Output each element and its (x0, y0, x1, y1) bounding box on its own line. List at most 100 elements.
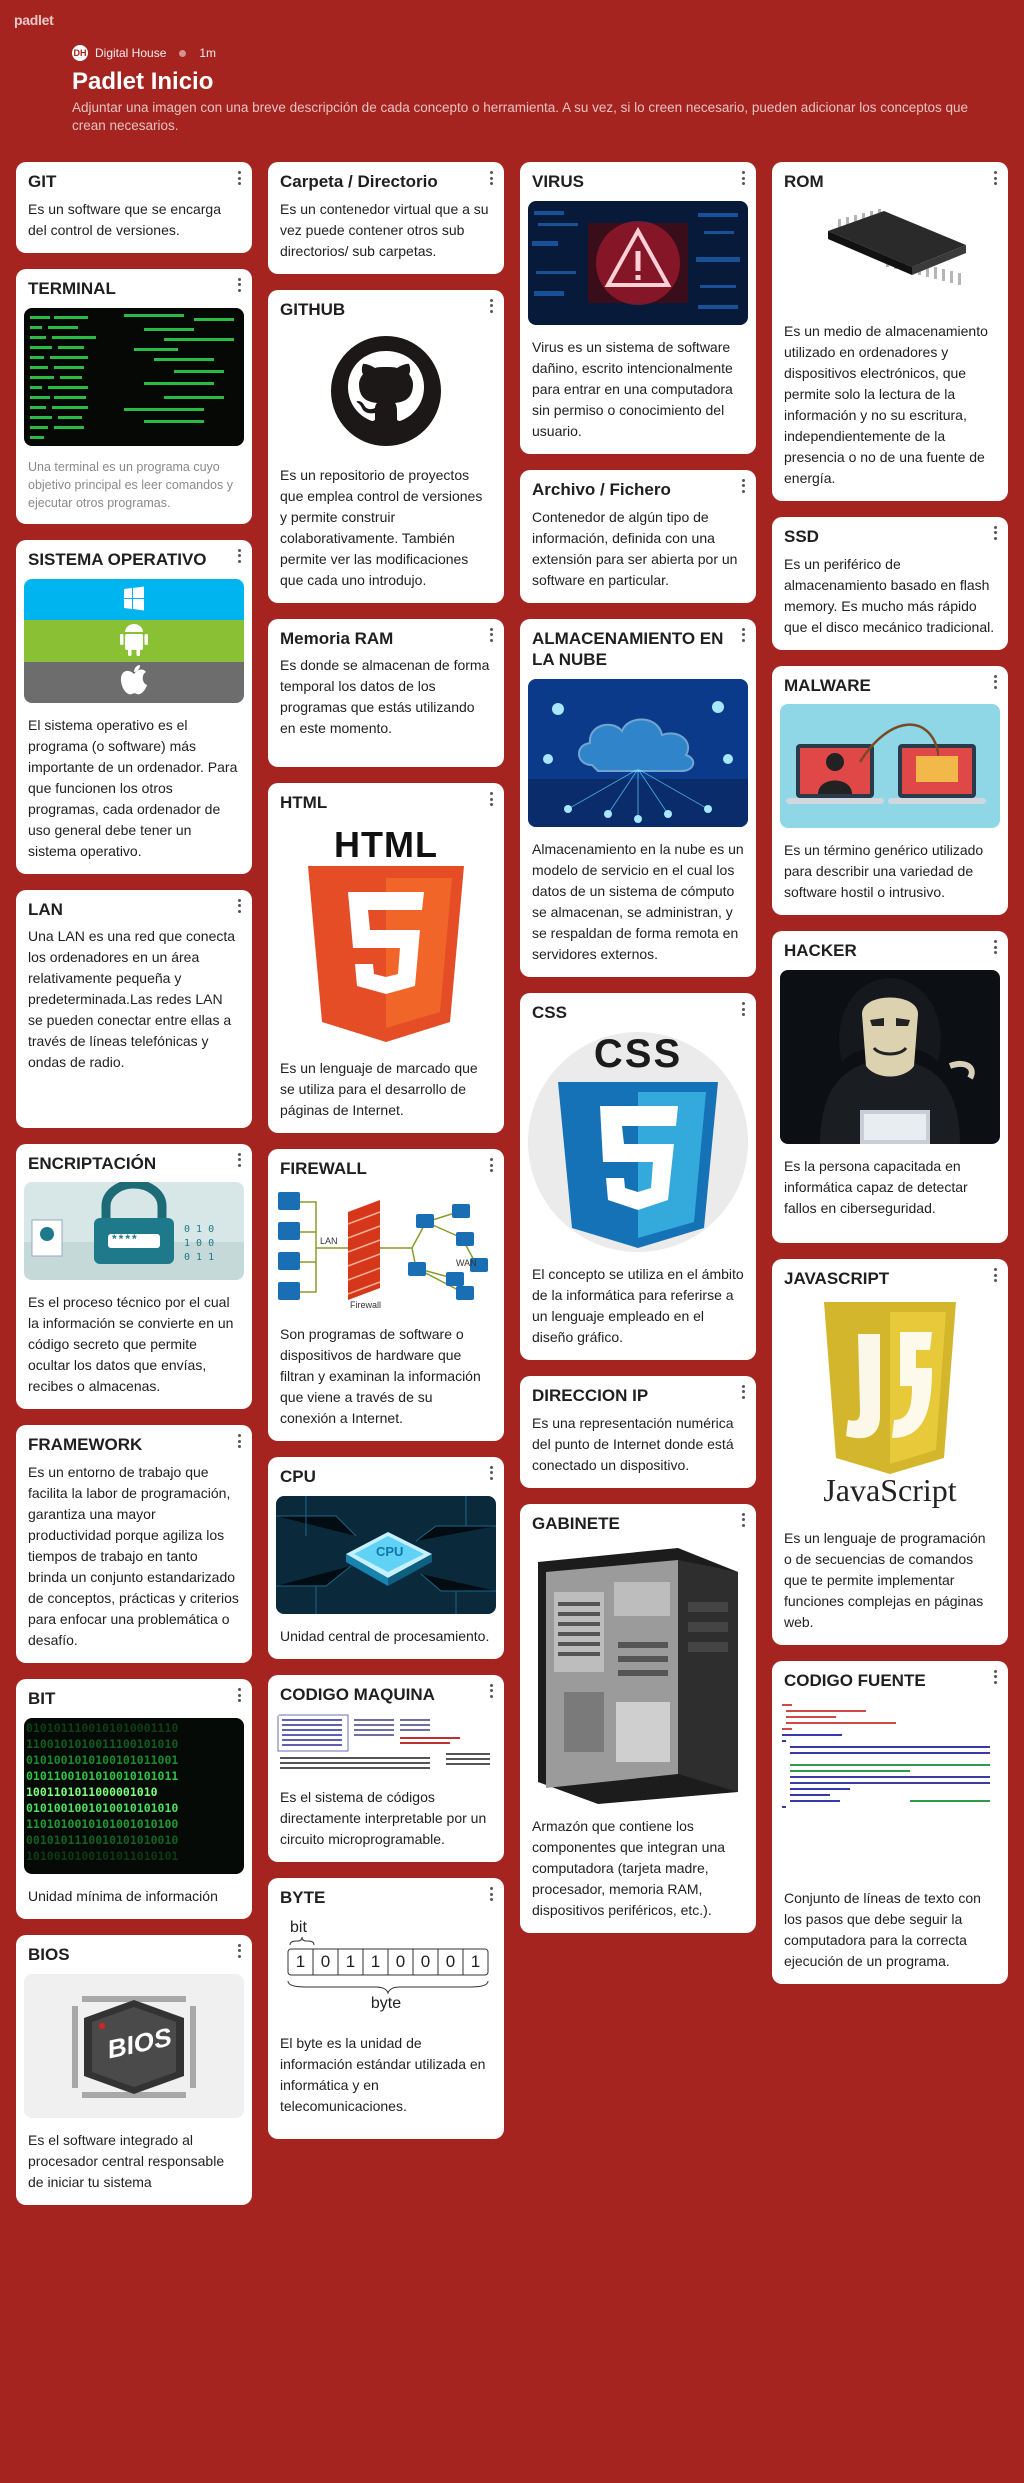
post-card[interactable]: ENCRIPTACIÓN 0 1 0 1 0 0 0 1 1 **** Es el … (16, 1143, 252, 1410)
post-card[interactable]: Carpeta / Directorio Es un contenedor vi… (268, 162, 504, 274)
post-body: Es un término genérico utilizado para de… (784, 842, 984, 901)
machine-code-image[interactable] (276, 1713, 496, 1776)
svg-text:0101011100101010001110: 0101011100101010001110 (26, 1721, 178, 1735)
post-menu-icon[interactable] (990, 1267, 1000, 1283)
cloud-image[interactable] (528, 679, 748, 827)
post-body: Unidad central de procesamiento. (280, 1627, 490, 1644)
post-card[interactable]: FIREWALL LAN WAN Firewall Son programas … (268, 1149, 504, 1441)
svg-text:0 1 1: 0 1 1 (184, 1252, 214, 1263)
separator-dot (179, 49, 187, 57)
encryption-image[interactable]: 0 1 0 1 0 0 0 1 1 **** (24, 1182, 244, 1281)
post-menu-icon[interactable] (990, 674, 1000, 690)
post-menu-icon[interactable] (486, 627, 496, 643)
post-menu-icon[interactable] (738, 1512, 748, 1528)
binary-image[interactable]: 0101011100101010001110 11001010100111001… (24, 1717, 244, 1874)
post-card[interactable]: BIOS BIOS Es el software integrado al pr… (16, 1934, 252, 2205)
javascript-logo-image[interactable]: JavaScript (780, 1297, 1000, 1516)
post-menu-icon[interactable] (486, 1157, 496, 1173)
post-menu-icon[interactable] (234, 1943, 244, 1959)
post-card[interactable]: Memoria RAM Es donde se almacenan de for… (268, 618, 504, 768)
post-body: Armazón que contiene los componentes que… (532, 1818, 726, 1919)
page-title: Padlet Inicio (72, 68, 214, 95)
padlet-logo[interactable]: padlet (14, 12, 54, 28)
post-menu-icon[interactable] (234, 548, 244, 564)
pc-case-image[interactable] (528, 1542, 748, 1805)
post-card[interactable]: JAVASCRIPT JavaScript Es un lenguaje de … (772, 1259, 1008, 1645)
post-card[interactable]: VIRUS Virus es un sistema de software da… (520, 162, 756, 454)
post-menu-icon[interactable] (234, 1687, 244, 1703)
post-card[interactable]: TERMINAL Una terminal es un programa cuy… (16, 268, 252, 524)
post-card[interactable]: BIT 0101011100101010001110 1100101010011… (16, 1679, 252, 1919)
post-menu-icon[interactable] (486, 170, 496, 186)
post-menu-icon[interactable] (234, 898, 244, 914)
post-menu-icon[interactable] (990, 170, 1000, 186)
post-card[interactable]: GIT Es un software que se encarga del co… (16, 162, 252, 253)
virus-warning-image[interactable] (528, 200, 748, 325)
post-body: Es un software que se encarga del contro… (28, 200, 222, 238)
app-logo[interactable]: padlet (14, 12, 54, 30)
post-title: CODIGO MAQUINA (280, 1684, 435, 1704)
post-menu-icon[interactable] (738, 1384, 748, 1400)
post-title: JAVASCRIPT (784, 1269, 890, 1288)
post-title: GIT (28, 172, 57, 191)
post-menu-icon[interactable] (738, 478, 748, 494)
post-menu-icon[interactable] (738, 170, 748, 186)
post-menu-icon[interactable] (486, 791, 496, 807)
post-card[interactable]: FRAMEWORK Es un entorno de trabajo que f… (16, 1425, 252, 1664)
github-logo-image[interactable] (276, 328, 496, 453)
post-menu-icon[interactable] (990, 1669, 1000, 1685)
source-code-image[interactable] (780, 1699, 1000, 1876)
post-menu-icon[interactable] (486, 1886, 496, 1902)
post-card[interactable]: HTML HTML Es un lenguaje de marcado que … (268, 783, 504, 1133)
rom-chip-image[interactable] (780, 200, 1000, 309)
byte-diagram-image[interactable]: bit 1 0 1 1 0 0 0 1 byte (276, 1917, 496, 2021)
author-name[interactable]: Digital House (95, 46, 166, 60)
firewall-diagram-image[interactable]: LAN WAN Firewall (276, 1187, 496, 1312)
post-menu-icon[interactable] (234, 1433, 244, 1449)
cpu-image[interactable]: CPU (276, 1495, 496, 1614)
post-card[interactable]: DIRECCION IP Es una representación numér… (520, 1375, 756, 1488)
bit-cell: 1 (295, 1952, 306, 1971)
post-card[interactable]: CODIGO MAQUINA Es el sistema de códigos … (268, 1674, 504, 1863)
post-body: El byte es la unidad de información está… (280, 2035, 486, 2114)
os-logos-image[interactable] (24, 578, 244, 703)
post-menu-icon[interactable] (486, 298, 496, 314)
post-body: Es un entorno de trabajo que facilita la… (28, 1464, 239, 1649)
post-card[interactable]: GITHUB Es un repositorio de proyectos qu… (268, 289, 504, 603)
post-title: Carpeta / Directorio (280, 172, 438, 191)
post-card[interactable]: CODIGO FUENTE Conjunto de líneas de text… (772, 1660, 1008, 1984)
post-card[interactable]: CSS CSS El concepto se utiliza en el ámb… (520, 993, 756, 1360)
post-card[interactable]: GABINETE Armazón que contiene los compon (520, 1503, 756, 1934)
post-card[interactable]: CPU CPU Unidad central de procesamiento. (268, 1456, 504, 1659)
author-avatar[interactable]: DH (72, 45, 88, 61)
post-card[interactable]: HACKER Es la persona capacitada en infor… (772, 931, 1008, 1243)
post-menu-icon[interactable] (234, 1152, 244, 1168)
hacker-image[interactable] (780, 970, 1000, 1144)
html-logo-text: HTML (334, 824, 438, 865)
post-card[interactable]: Archivo / Fichero Contenedor de algún ti… (520, 469, 756, 603)
post-menu-icon[interactable] (486, 1465, 496, 1481)
malware-image[interactable] (780, 704, 1000, 829)
css3-logo-image[interactable]: CSS (528, 1031, 748, 1252)
post-card[interactable]: LAN Una LAN es una red que conecta los o… (16, 889, 252, 1128)
post-menu-icon[interactable] (234, 170, 244, 186)
post-menu-icon[interactable] (990, 525, 1000, 541)
post-card[interactable]: BYTE bit 1 0 1 1 0 0 0 1 byte El byte es… (268, 1878, 504, 2139)
post-menu-icon[interactable] (486, 1683, 496, 1699)
post-card[interactable]: MALWARE Es un término genérico utilizado… (772, 665, 1008, 916)
post-title: SSD (784, 526, 819, 546)
terminal-image[interactable] (24, 307, 244, 446)
post-menu-icon[interactable] (990, 939, 1000, 955)
post-card[interactable]: SSD Es un periférico de almacenamiento b… (772, 516, 1008, 650)
post-menu-icon[interactable] (738, 627, 748, 643)
svg-text:1100101010011100101010: 1100101010011100101010 (26, 1737, 178, 1751)
html5-logo-image[interactable]: HTML (276, 822, 496, 1046)
post-title: VIRUS (532, 172, 584, 191)
post-card[interactable]: ALMACENAMIENTO EN LA NUBE Almacenamiento… (520, 618, 756, 977)
bios-chip-image[interactable]: BIOS (24, 1973, 244, 2118)
post-card[interactable]: ROM Es un medio de almacenamiento utiliz… (772, 162, 1008, 501)
post-card[interactable]: SISTEMA OPERATIVO El sistema operativo e… (16, 539, 252, 874)
post-menu-icon[interactable] (234, 277, 244, 293)
post-menu-icon[interactable] (738, 1001, 748, 1017)
post-body: Virus es un sistema de software dañino, … (532, 338, 733, 439)
